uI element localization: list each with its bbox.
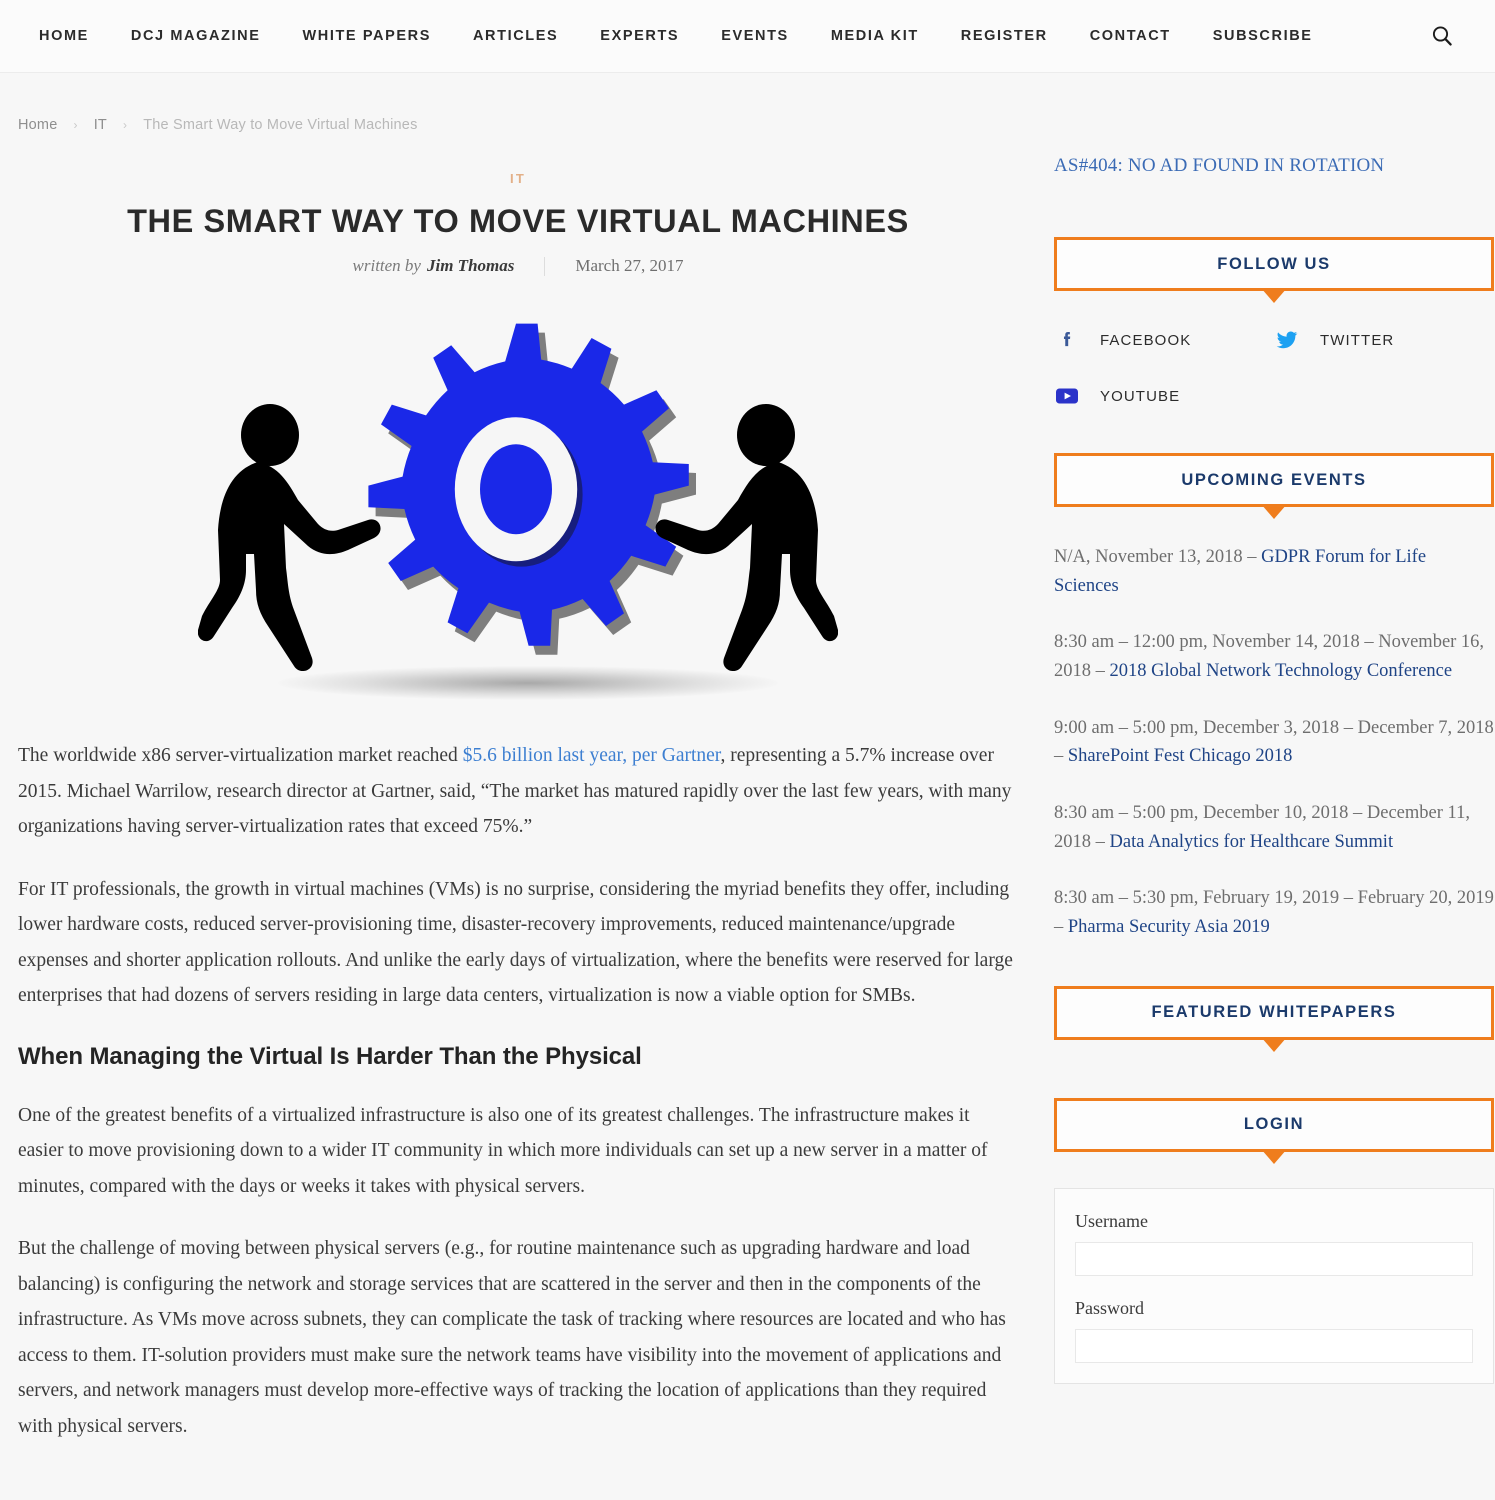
social-label-youtube: YOUTUBE: [1100, 387, 1181, 405]
nav-list: HOME DCJ MAGAZINE WHITE PAPERS ARTICLES …: [18, 28, 1429, 44]
social-link-facebook[interactable]: FACEBOOK: [1054, 327, 1274, 353]
nav-item-register[interactable]: REGISTER: [940, 28, 1069, 44]
widget-upcoming-events: UPCOMING EVENTS N/A, November 13, 2018 –…: [1054, 453, 1494, 942]
follow-us-body: FACEBOOK TWITTER YOUTUBE: [1054, 291, 1494, 409]
person-right-figure: [628, 404, 838, 684]
article-body: The worldwide x86 server-virtualization …: [18, 702, 1018, 1444]
nav-item-articles[interactable]: ARTICLES: [452, 28, 579, 44]
sidebar: AS#404: NO AD FOUND IN ROTATION FOLLOW U…: [1054, 133, 1494, 1471]
paragraph-3: One of the greatest benefits of a virtua…: [18, 1104, 988, 1197]
password-input[interactable]: [1075, 1328, 1473, 1363]
event-list-item: 9:00 am – 5:00 pm, December 3, 2018 – De…: [1054, 714, 1494, 771]
gear-illustration: [188, 312, 848, 702]
nav-item-dcj-magazine[interactable]: DCJ MAGAZINE: [110, 28, 282, 44]
twitter-icon: [1274, 327, 1300, 353]
event-list-item: 8:30 am – 5:30 pm, February 19, 2019 – F…: [1054, 884, 1494, 941]
facebook-icon: [1054, 327, 1080, 353]
social-link-twitter[interactable]: TWITTER: [1274, 327, 1494, 353]
article-header: IT THE SMART WAY TO MOVE VIRTUAL MACHINE…: [18, 133, 1018, 276]
login-title: LOGIN: [1243, 1115, 1305, 1134]
login-form: Username Password: [1054, 1187, 1494, 1384]
login-header: LOGIN: [1054, 1097, 1494, 1152]
nav-item-subscribe[interactable]: SUBSCRIBE: [1192, 28, 1334, 44]
nav-item-white-papers[interactable]: WHITE PAPERS: [281, 28, 452, 44]
breadcrumb-section[interactable]: IT: [94, 117, 107, 133]
username-field-group: Username: [1075, 1211, 1473, 1276]
page-title: THE SMART WAY TO MOVE VIRTUAL MACHINES: [127, 203, 909, 239]
top-navigation-bar: HOME DCJ MAGAZINE WHITE PAPERS ARTICLES …: [0, 0, 1495, 73]
password-field-group: Password: [1075, 1298, 1473, 1363]
nav-item-home[interactable]: HOME: [18, 28, 110, 44]
widget-follow-us: FOLLOW US FACEBOOK TWITTER YOUTUBE: [1054, 237, 1494, 409]
event-name-link[interactable]: 2018 Global Network Technology Conferenc…: [1110, 661, 1453, 681]
breadcrumb-home[interactable]: Home: [18, 117, 57, 133]
event-name-link[interactable]: Pharma Security Asia 2019: [1068, 917, 1270, 937]
paragraph-2: For IT professionals, the growth in virt…: [18, 878, 1013, 1007]
search-icon: [1432, 26, 1452, 46]
upcoming-events-title: UPCOMING EVENTS: [1181, 470, 1367, 489]
password-label: Password: [1075, 1297, 1145, 1318]
event-datetime: N/A, November 13, 2018 –: [1054, 547, 1262, 567]
username-label: Username: [1075, 1210, 1148, 1231]
byline-divider: [544, 256, 546, 276]
featured-whitepapers-header: FEATURED WHITEPAPERS: [1054, 985, 1494, 1040]
event-list-item: 8:30 am – 12:00 pm, November 14, 2018 – …: [1054, 628, 1494, 685]
event-list-item: 8:30 am – 5:00 pm, December 10, 2018 – D…: [1054, 799, 1494, 856]
follow-us-title: FOLLOW US: [1217, 254, 1331, 273]
upcoming-events-body: N/A, November 13, 2018 – GDPR Forum for …: [1054, 507, 1494, 942]
breadcrumb-current: The Smart Way to Move Virtual Machines: [143, 117, 418, 133]
article-category[interactable]: IT: [18, 171, 1018, 186]
gartner-link[interactable]: $5.6 billion last year, per Gartner: [463, 745, 721, 766]
ad-placeholder-notice[interactable]: AS#404: NO AD FOUND IN ROTATION: [1054, 155, 1494, 177]
follow-us-header: FOLLOW US: [1054, 237, 1494, 291]
breadcrumb: Home › IT › The Smart Way to Move Virtua…: [0, 73, 1495, 133]
username-input[interactable]: [1075, 1241, 1473, 1276]
upcoming-events-header: UPCOMING EVENTS: [1054, 453, 1494, 507]
social-label-facebook: FACEBOOK: [1100, 331, 1192, 349]
publish-date: March 27, 2017: [575, 256, 684, 276]
social-link-youtube[interactable]: YOUTUBE: [1054, 383, 1274, 409]
event-name-link[interactable]: Data Analytics for Healthcare Summit: [1110, 832, 1394, 852]
social-links-grid: FACEBOOK TWITTER YOUTUBE: [1054, 327, 1494, 409]
nav-item-experts[interactable]: EXPERTS: [579, 28, 700, 44]
event-list-item: N/A, November 13, 2018 – GDPR Forum for …: [1054, 543, 1494, 600]
widget-login: LOGIN Username Password: [1054, 1097, 1494, 1384]
search-button[interactable]: [1429, 25, 1477, 47]
nav-item-contact[interactable]: CONTACT: [1069, 28, 1192, 44]
written-by-label: written by: [352, 256, 421, 276]
author-link[interactable]: Jim Thomas: [427, 256, 514, 276]
article-column: IT THE SMART WAY TO MOVE VIRTUAL MACHINE…: [18, 133, 1018, 1471]
nav-item-media-kit[interactable]: MEDIA KIT: [810, 28, 940, 44]
social-label-twitter: TWITTER: [1320, 331, 1395, 349]
paragraph-4: But the challenge of moving between phys…: [18, 1238, 1006, 1437]
paragraph-1: The worldwide x86 server-virtualization …: [18, 738, 1018, 844]
page-layout: IT THE SMART WAY TO MOVE VIRTUAL MACHINE…: [0, 133, 1495, 1471]
featured-image: [18, 302, 1018, 702]
article-byline: written by Jim Thomas March 27, 2017: [18, 256, 1018, 276]
nav-item-events[interactable]: EVENTS: [700, 28, 810, 44]
breadcrumb-separator-2: ›: [122, 118, 128, 132]
section-heading: When Managing the Virtual Is Harder Than…: [18, 1042, 642, 1070]
featured-whitepapers-title: FEATURED WHITEPAPERS: [1151, 1003, 1397, 1022]
youtube-icon: [1054, 383, 1080, 409]
widget-featured-whitepapers: FEATURED WHITEPAPERS: [1054, 985, 1494, 1040]
event-name-link[interactable]: SharePoint Fest Chicago 2018: [1068, 746, 1293, 766]
paragraph-1-part-a: The worldwide x86 server-virtualization …: [18, 745, 463, 767]
breadcrumb-separator-1: ›: [73, 118, 78, 132]
